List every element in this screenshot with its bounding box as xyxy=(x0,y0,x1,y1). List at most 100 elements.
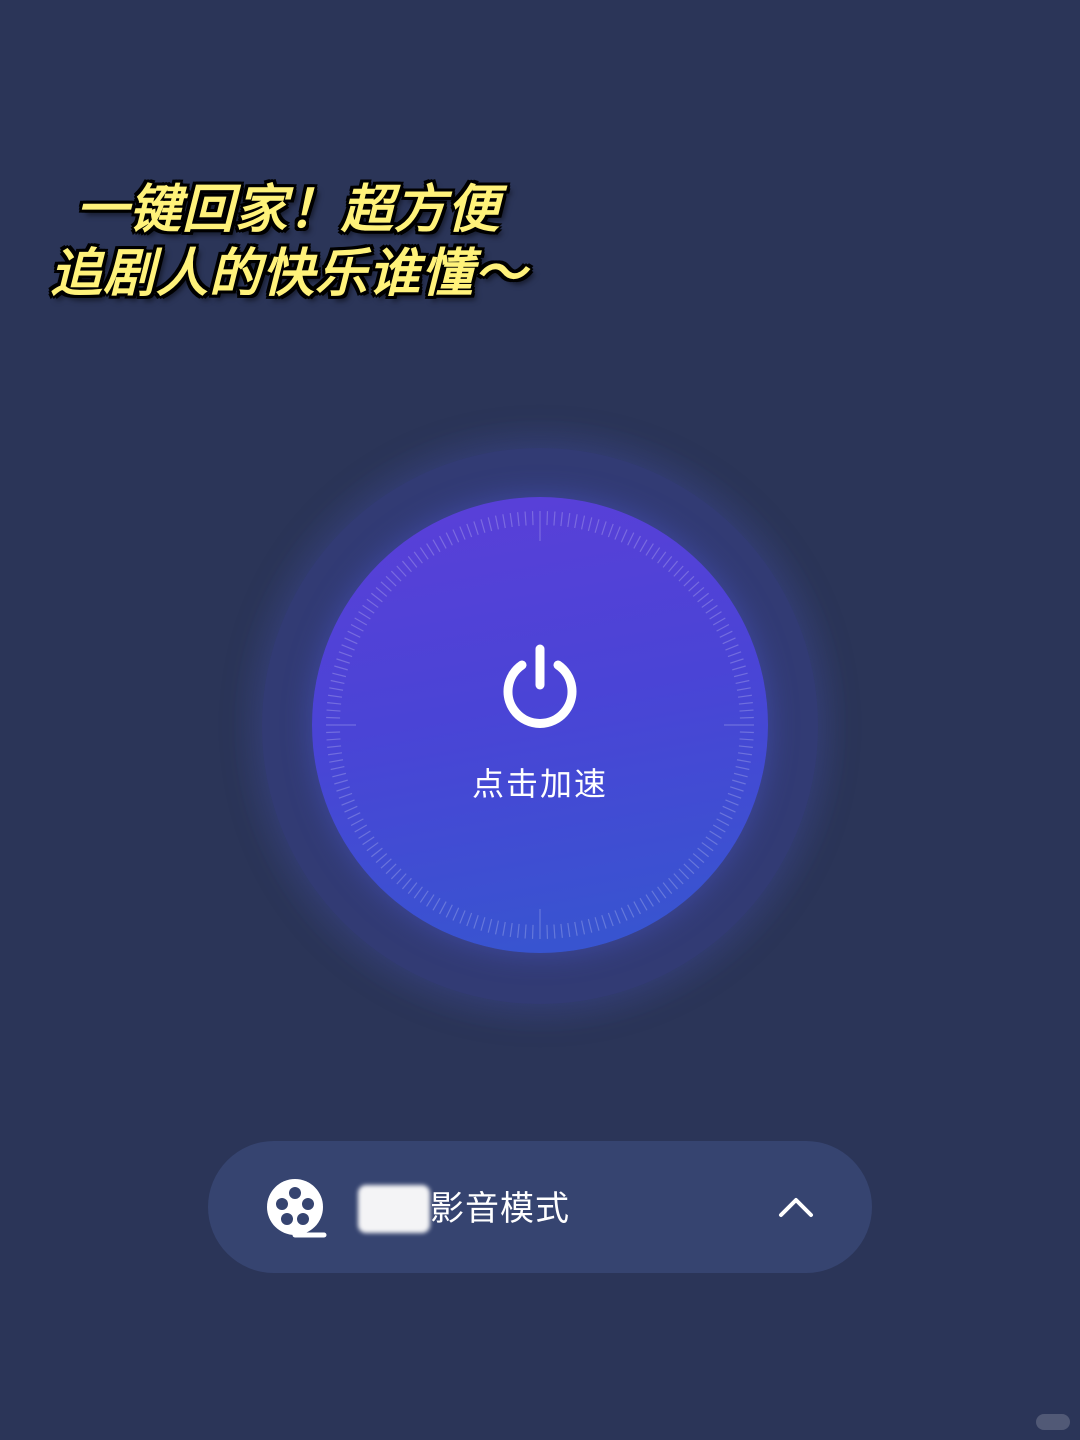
power-icon xyxy=(503,644,577,728)
tick-mark xyxy=(494,920,500,935)
tick-mark xyxy=(716,818,730,826)
tick-mark xyxy=(362,836,375,846)
tick-mark xyxy=(466,523,473,538)
tick-mark xyxy=(620,529,628,543)
tick-mark xyxy=(719,812,733,820)
tick-mark xyxy=(371,847,383,858)
tick-mark xyxy=(567,512,571,528)
tick-mark xyxy=(601,915,607,929)
tick-mark xyxy=(459,526,466,540)
tick-mark xyxy=(705,836,718,846)
chevron-up-icon[interactable] xyxy=(776,1191,816,1221)
tick-mark xyxy=(553,924,556,939)
tick-mark xyxy=(487,517,493,532)
tick-mark xyxy=(712,824,726,833)
tick-mark xyxy=(716,624,730,632)
tick-mark xyxy=(736,687,751,691)
tick-mark xyxy=(466,912,473,927)
tick-mark xyxy=(524,924,527,939)
accelerate-label: 点击加速 xyxy=(471,765,608,803)
tick-mark xyxy=(371,592,383,603)
headline-line-1: 一键回家！超方便 xyxy=(76,180,501,240)
tick-mark xyxy=(354,617,368,626)
tick-mark xyxy=(480,917,486,931)
tick-mark xyxy=(639,897,648,911)
tick-mark xyxy=(336,658,350,664)
tick-mark xyxy=(327,694,343,698)
tick-mark xyxy=(407,882,418,894)
tick-mark xyxy=(358,611,371,620)
tick-mark xyxy=(639,539,648,553)
tick-mark xyxy=(426,894,435,907)
tick-mark xyxy=(344,637,358,645)
film-reel-icon xyxy=(267,1179,327,1238)
tick-mark xyxy=(419,890,429,903)
tick-mark xyxy=(580,515,586,530)
tick-mark xyxy=(739,709,754,712)
tick-mark xyxy=(375,853,388,864)
tick-mark xyxy=(524,511,527,526)
tick-mark xyxy=(673,873,684,885)
tick-mark xyxy=(735,679,750,685)
tick-mark xyxy=(692,586,705,597)
tick-mark xyxy=(334,665,348,671)
tick-mark xyxy=(668,877,679,890)
tick-mark xyxy=(574,921,578,936)
headline-line-2: 追剧人的快乐谁懂～ xyxy=(50,244,528,304)
tick-mark xyxy=(452,907,460,921)
tick-mark xyxy=(509,922,513,938)
tick-mark xyxy=(330,679,345,685)
tick-mark xyxy=(350,818,364,826)
tick-mark xyxy=(601,521,607,535)
tick-mark xyxy=(445,904,453,918)
watermark xyxy=(1036,1414,1070,1430)
tick-mark xyxy=(553,511,556,526)
accelerate-button[interactable]: 点击加速 xyxy=(312,497,768,953)
tick-mark xyxy=(688,858,700,869)
tick-mark xyxy=(725,644,739,651)
tick-mark xyxy=(673,565,684,577)
tick-mark xyxy=(509,512,513,528)
tick-mark xyxy=(432,897,441,911)
tick-mark xyxy=(732,665,746,671)
app-screen: 一键回家！超方便 追剧人的快乐谁懂～ 点击加速 影音模式 xyxy=(0,0,1080,1440)
tick-mark xyxy=(645,894,654,907)
tick-mark xyxy=(413,886,423,899)
tick-mark xyxy=(627,532,635,546)
tick-mark xyxy=(502,514,506,529)
tick-mark xyxy=(657,886,667,899)
tick-mark xyxy=(587,918,593,933)
tick-mark xyxy=(594,917,600,931)
tick-mark xyxy=(657,551,667,564)
tick-mark xyxy=(344,805,358,813)
tick-mark xyxy=(426,543,435,556)
tick-mark xyxy=(607,912,614,927)
tick-mark xyxy=(683,575,695,587)
tick-mark xyxy=(607,523,614,538)
tick-mark xyxy=(332,672,347,678)
tick-mark xyxy=(633,535,641,549)
tick-mark xyxy=(722,805,736,813)
tick-mark xyxy=(390,868,402,880)
tick-mark xyxy=(452,529,460,543)
tick-mark xyxy=(401,877,412,890)
tick-mark xyxy=(517,512,520,527)
tick-mark xyxy=(439,535,447,549)
tick-mark xyxy=(662,556,673,568)
tick-mark xyxy=(668,560,679,573)
tick-mark xyxy=(678,570,690,582)
tick-mark xyxy=(614,910,621,924)
tick-mark xyxy=(705,604,718,614)
tick-mark xyxy=(594,519,600,533)
tick-mark xyxy=(385,575,397,587)
tick-mark xyxy=(645,543,654,556)
tick-mark xyxy=(385,863,397,875)
tick-mark xyxy=(683,863,695,875)
tick-mark xyxy=(338,651,353,658)
tick-mark xyxy=(362,604,375,614)
tick-mark xyxy=(502,921,506,936)
tick-mark xyxy=(375,586,388,597)
tick-mark xyxy=(730,658,744,664)
tick-mark xyxy=(480,519,486,533)
mode-selector[interactable]: 影音模式 xyxy=(208,1141,872,1273)
